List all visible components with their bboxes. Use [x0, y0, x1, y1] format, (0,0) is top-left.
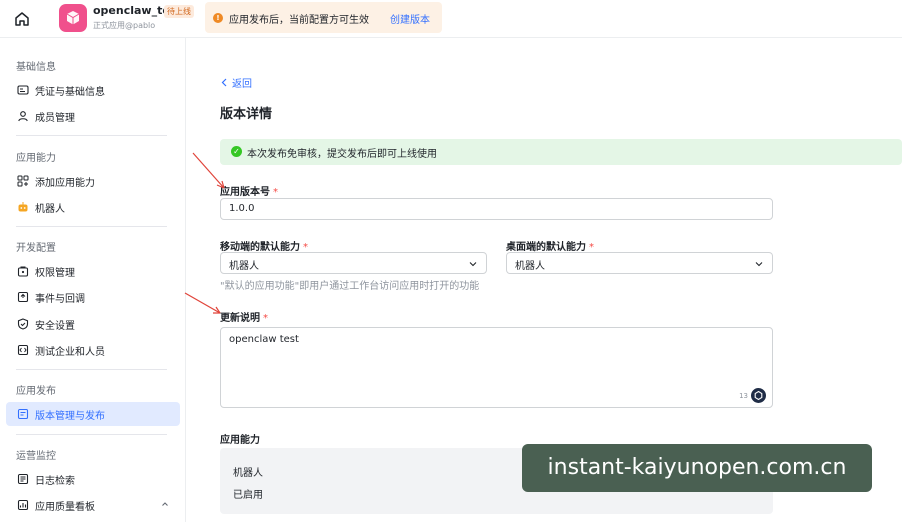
desktop-default-select[interactable]: 机器人: [506, 252, 773, 274]
robot-icon: [18, 202, 28, 212]
mobile-default-label: 移动端的默认能力 *: [220, 238, 308, 253]
member-icon: [18, 111, 28, 122]
sidebar-item-quality-dashboard[interactable]: 应用质量看板: [6, 493, 180, 517]
sidebar-item-label: 日志检索: [35, 476, 75, 487]
page-title: 版本详情: [220, 107, 273, 122]
add-capability-icon: [17, 175, 29, 187]
notice-text: 应用发布后，当前配置方可生效: [229, 15, 369, 26]
dashboard-icon: [17, 499, 29, 511]
sidebar-item-label: 应用质量看板: [35, 502, 95, 513]
sidebar-item-label: 成员管理: [35, 113, 75, 124]
success-text: 本次发布免审核，提交发布后即可上线使用: [247, 149, 437, 160]
top-bar: openclaw_test 待上线 正式应用@pablo ! 应用发布后，当前配…: [0, 0, 902, 38]
warning-icon: !: [213, 13, 223, 23]
chevron-up-icon[interactable]: [160, 499, 170, 509]
section-title: 应用能力: [16, 153, 56, 164]
app-subtitle: 正式应用@pablo: [93, 21, 156, 30]
section-title: 开发配置: [16, 243, 56, 254]
sidebar-item-log-search[interactable]: 日志检索: [6, 467, 180, 491]
sidebar-item-label: 测试企业和人员: [35, 347, 105, 358]
sidebar-item-members[interactable]: 成员管理: [6, 104, 180, 128]
credential-icon: [17, 85, 29, 95]
sidebar-item-label: 权限管理: [35, 268, 75, 279]
sidebar-item-label: 凭证与基础信息: [35, 87, 105, 98]
sidebar-item-robot[interactable]: 机器人: [6, 195, 180, 219]
desktop-default-value: 机器人: [515, 261, 545, 272]
capability-status: 已启用: [233, 490, 263, 501]
sidebar-item-credentials[interactable]: 凭证与基础信息: [6, 78, 180, 102]
version-input[interactable]: 1.0.0: [220, 198, 773, 220]
app-logo-icon: [59, 4, 87, 32]
section-title: 基础信息: [16, 62, 56, 73]
sidebar-item-label: 版本管理与发布: [35, 411, 105, 422]
permission-icon: [17, 266, 29, 277]
version-value: 1.0.0: [229, 203, 255, 214]
required-mark: *: [263, 313, 268, 324]
log-icon: [17, 473, 29, 485]
sidebar-item-label: 添加应用能力: [35, 178, 95, 189]
sidebar-item-label: 机器人: [35, 204, 65, 215]
sidebar-item-events[interactable]: 事件与回调: [6, 285, 180, 309]
event-icon: [17, 291, 29, 303]
shield-icon: [17, 318, 29, 330]
divider: [16, 226, 167, 227]
back-link[interactable]: 返回: [221, 75, 252, 90]
divider: [16, 369, 167, 370]
divider: [16, 434, 167, 435]
watermark-banner: instant-kaiyunopen.com.cn: [522, 444, 872, 492]
sidebar-item-version-management[interactable]: 版本管理与发布: [6, 402, 180, 426]
status-badge: 待上线: [164, 5, 194, 18]
desktop-default-label: 桌面端的默认能力 *: [506, 238, 594, 253]
sidebar-item-label: 事件与回调: [35, 294, 85, 305]
update-notes-label: 更新说明 *: [220, 309, 268, 324]
annotation-arrow-icon: [192, 152, 225, 189]
test-icon: [17, 344, 29, 356]
capability-section-label: 应用能力: [220, 435, 260, 446]
character-count: 13: [739, 392, 748, 400]
create-version-link[interactable]: 创建版本: [390, 11, 430, 26]
sidebar-item-label: 安全设置: [35, 321, 75, 332]
sidebar-item-permissions[interactable]: 权限管理: [6, 259, 180, 283]
sidebar: 基础信息 凭证与基础信息 成员管理 应用能力 添加应用能力 机器人 开发配置 权…: [0, 38, 186, 522]
check-circle-icon: ✓: [231, 146, 242, 157]
success-banner: ✓ 本次发布免审核，提交发布后即可上线使用: [220, 139, 902, 165]
annotation-arrow-icon: [184, 292, 221, 314]
mobile-default-value: 机器人: [229, 261, 259, 272]
section-title: 运营监控: [16, 451, 56, 462]
chevron-down-icon: [469, 262, 477, 267]
back-label: 返回: [232, 79, 252, 90]
home-icon[interactable]: [12, 9, 32, 29]
default-capability-hint: "默认的应用功能"即用户通过工作台访问应用时打开的功能: [220, 281, 480, 292]
update-notes-textarea[interactable]: openclaw test 13: [220, 327, 773, 408]
chevron-down-icon: [755, 262, 763, 267]
update-notes-value: openclaw test: [229, 334, 299, 345]
sidebar-item-add-capability[interactable]: 添加应用能力: [6, 169, 180, 193]
chevron-left-icon: [221, 78, 227, 90]
sidebar-item-test-org[interactable]: 测试企业和人员: [6, 338, 180, 362]
mobile-default-select[interactable]: 机器人: [220, 252, 487, 274]
version-icon: [17, 408, 29, 420]
section-title: 应用发布: [16, 386, 56, 397]
required-mark: *: [273, 187, 278, 198]
watermark-text: instant-kaiyunopen.com.cn: [547, 455, 847, 480]
sidebar-item-security[interactable]: 安全设置: [6, 312, 180, 336]
ai-assistant-icon[interactable]: [751, 388, 766, 403]
publish-notice: ! 应用发布后，当前配置方可生效 创建版本: [205, 2, 442, 33]
divider: [16, 135, 167, 136]
capability-name: 机器人: [233, 468, 263, 479]
